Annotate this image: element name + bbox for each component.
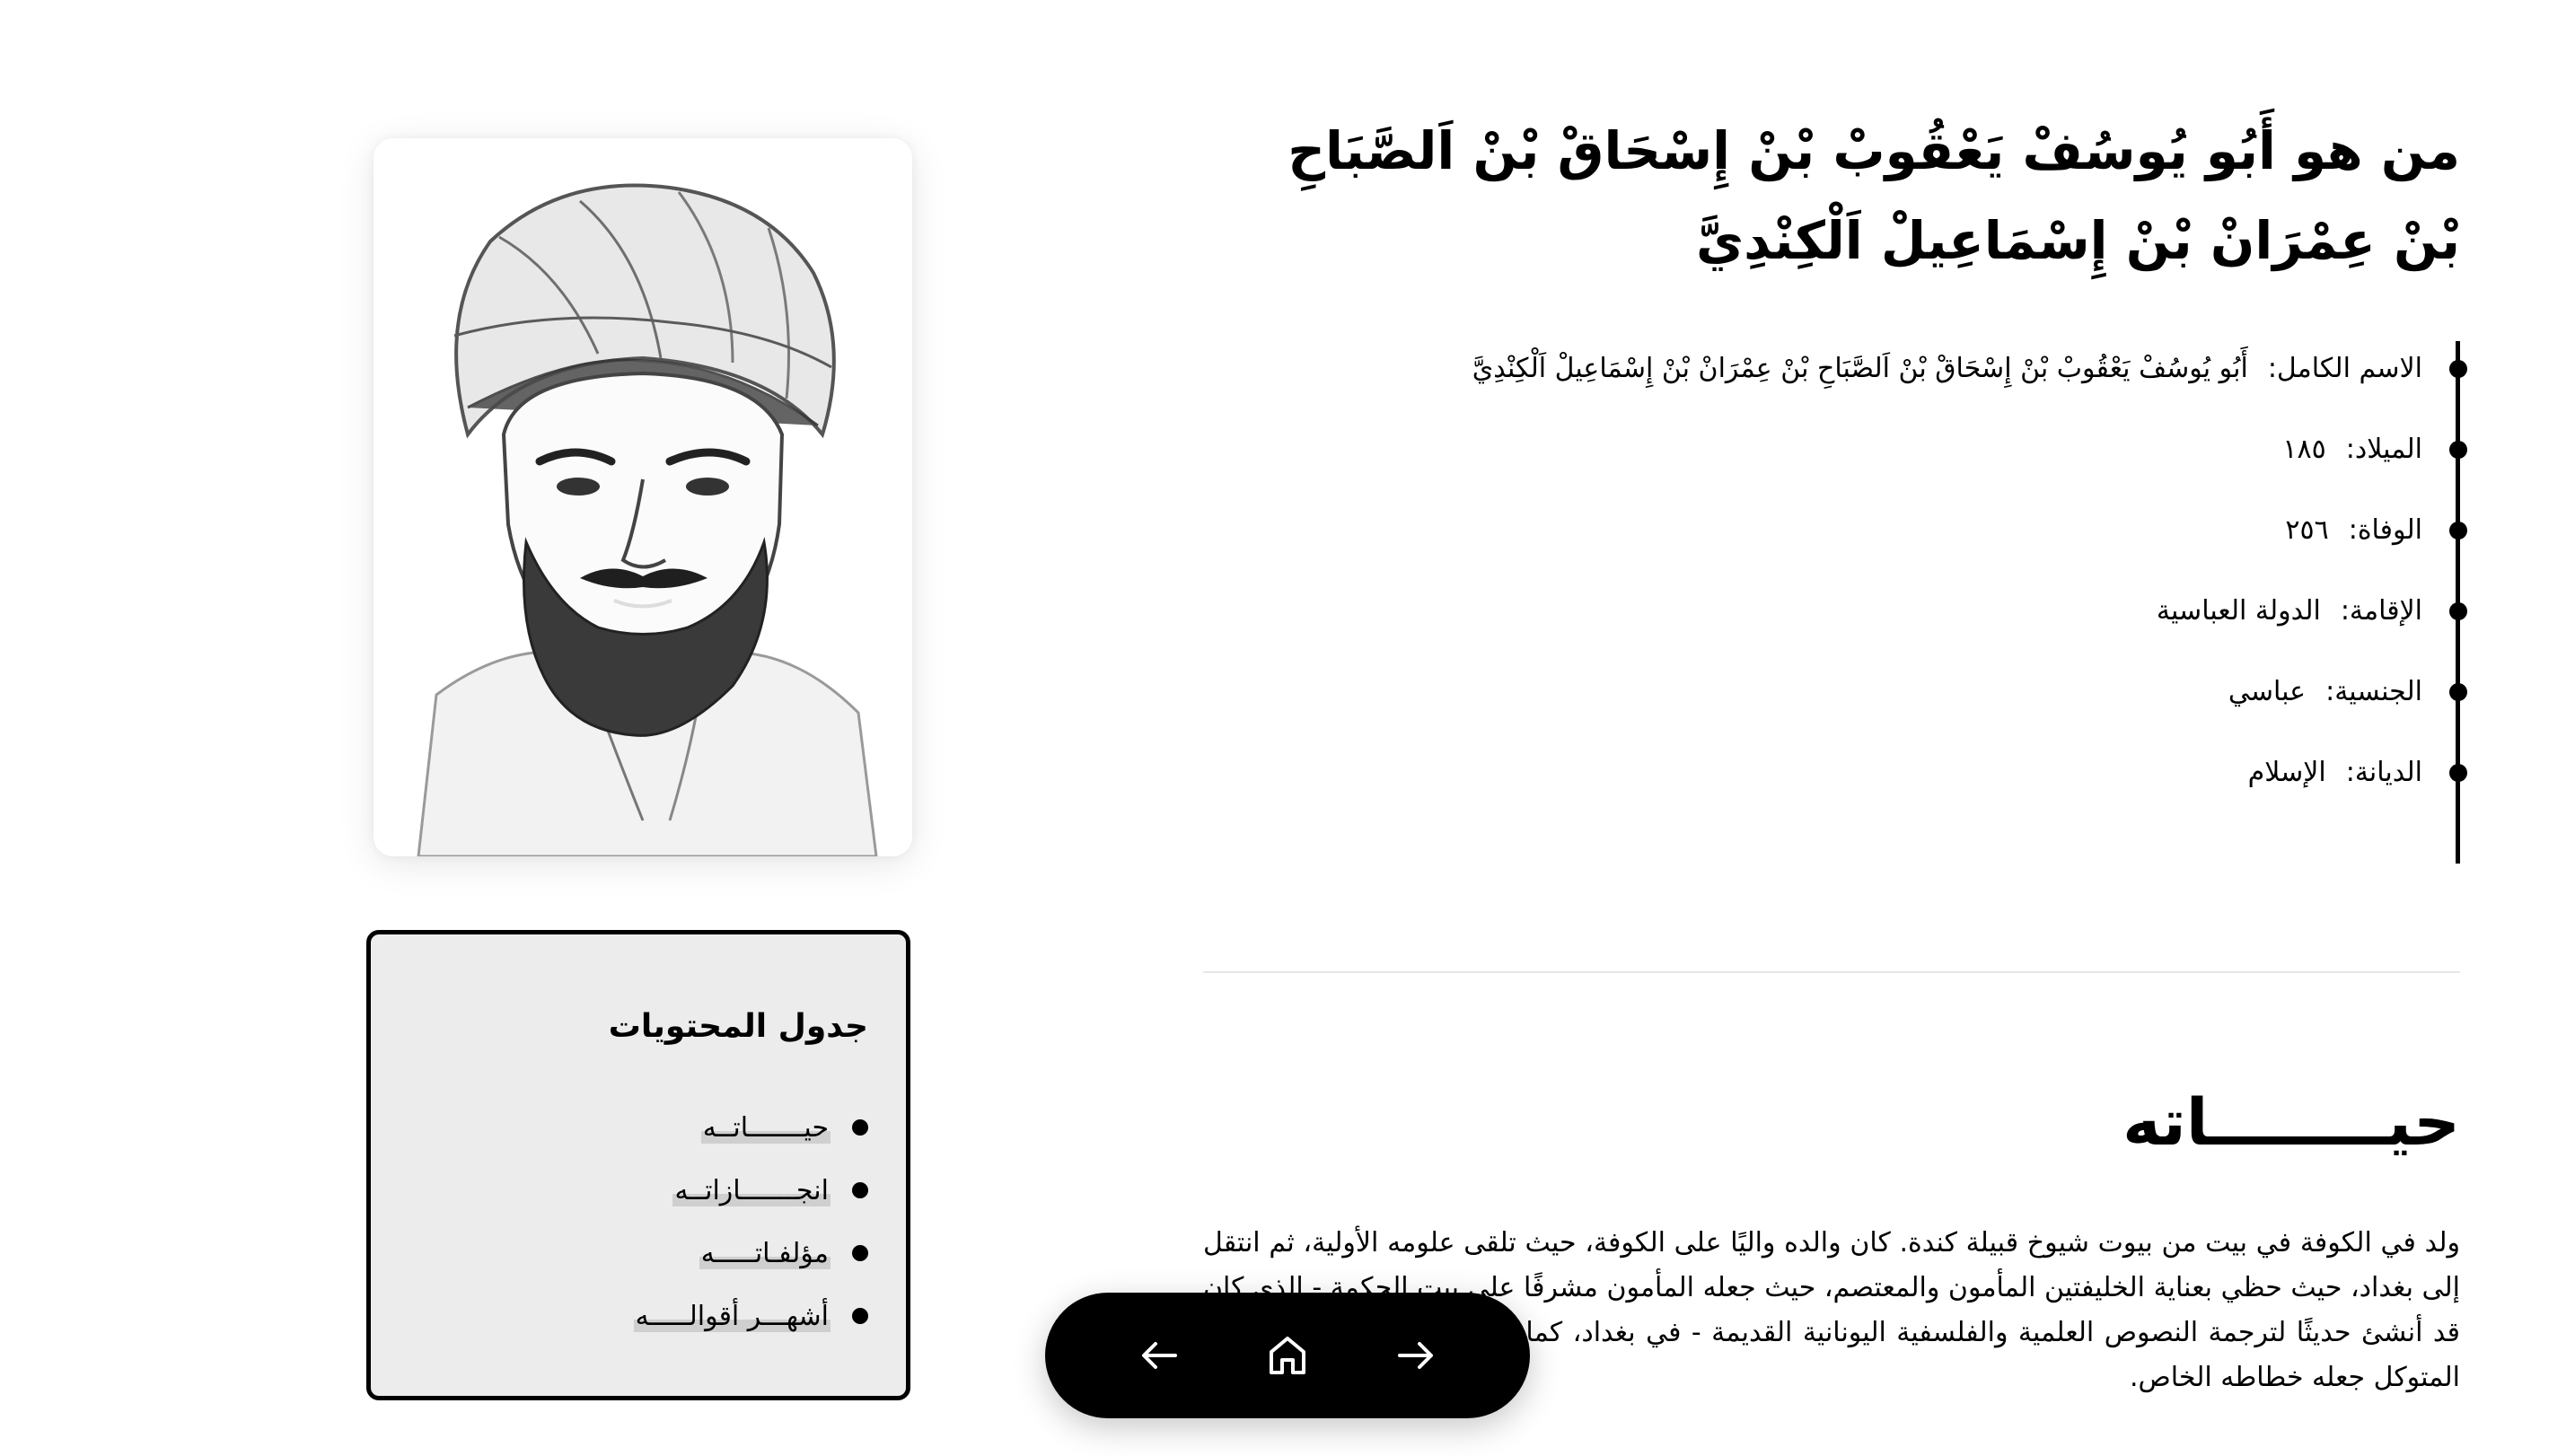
info-value: الإسلام [2247,756,2326,788]
info-label: الوفاة: [2348,513,2422,546]
info-label: الجنسية: [2325,675,2422,707]
toc-list: حيـــــــاتــه انجـــــــازاتــه مؤلفـات… [633,1096,868,1347]
bullet-icon [852,1119,868,1136]
section-heading-life: حيــــــــاته [2122,1084,2460,1160]
toc-item-life: حيـــــــاتــه [634,1096,868,1159]
home-button[interactable] [1253,1321,1322,1390]
info-label: الميلاد: [2345,433,2422,465]
info-row-religion: الديانة: الإسلام [1203,745,2467,799]
info-row-death: الوفاة: ٢٥٦ [1203,503,2467,557]
home-icon [1270,1337,1305,1374]
toc-link-quotes[interactable]: أشهـــر أقوالـــــه [633,1300,831,1332]
page-title: من هو أَبُو يُوسُفْ يَعْقُوبْ بْنْ إِسْح… [1288,120,2460,271]
table-of-contents: جدول المحتويات حيـــــــاتــه انجـــــــ… [366,930,910,1400]
timeline-dot [2449,441,2467,459]
toc-link-life[interactable]: حيـــــــاتــه [700,1111,831,1144]
info-label: الديانة: [2345,756,2422,788]
section-divider [1203,971,2460,973]
info-value: ٢٥٦ [2285,513,2329,546]
info-value: الدولة العباسية [2156,594,2321,627]
toc-title: جدول المحتويات [608,1008,868,1045]
arrow-right-icon [1398,1342,1433,1369]
prev-button[interactable] [1126,1321,1194,1390]
arrow-left-icon [1142,1342,1177,1369]
toc-item-achievements: انجـــــــازاتــه [634,1159,868,1222]
toc-item-quotes: أشهـــر أقوالـــــه [633,1285,868,1347]
info-value: أَبُو يُوسُفْ يَعْقُوبْ بْنْ إِسْحَاقْ ب… [1472,352,2248,384]
floating-nav-bar [1045,1293,1530,1418]
info-row-full-name: الاسم الكامل: أَبُو يُوسُفْ يَعْقُوبْ بْ… [1203,341,2467,395]
info-label: الإقامة: [2340,594,2422,627]
bullet-icon [852,1308,868,1324]
timeline-dot [2449,683,2467,701]
info-value: عباسي [2228,675,2307,707]
timeline-dot [2449,360,2467,378]
bio-info-list: الاسم الكامل: أَبُو يُوسُفْ يَعْقُوبْ بْ… [1203,341,2467,864]
info-row-nationality: الجنسية: عباسي [1203,664,2467,718]
timeline-dot [2449,764,2467,782]
toc-link-works[interactable]: مؤلفـاتـــــه [699,1237,831,1269]
portrait-sketch-icon [374,138,912,856]
info-row-birth: الميلاد: ١٨٥ [1203,422,2467,476]
toc-link-achievements[interactable]: انجـــــــازاتــه [672,1174,831,1206]
info-value: ١٨٥ [2282,433,2326,465]
next-button[interactable] [1381,1321,1449,1390]
bullet-icon [852,1245,868,1261]
bullet-icon [852,1182,868,1198]
toc-item-works: مؤلفـاتـــــه [634,1222,868,1285]
portrait-card [374,138,912,856]
timeline-dot [2449,602,2467,620]
info-label: الاسم الكامل: [2267,352,2422,384]
info-row-residence: الإقامة: الدولة العباسية [1203,583,2467,637]
timeline-dot [2449,522,2467,539]
